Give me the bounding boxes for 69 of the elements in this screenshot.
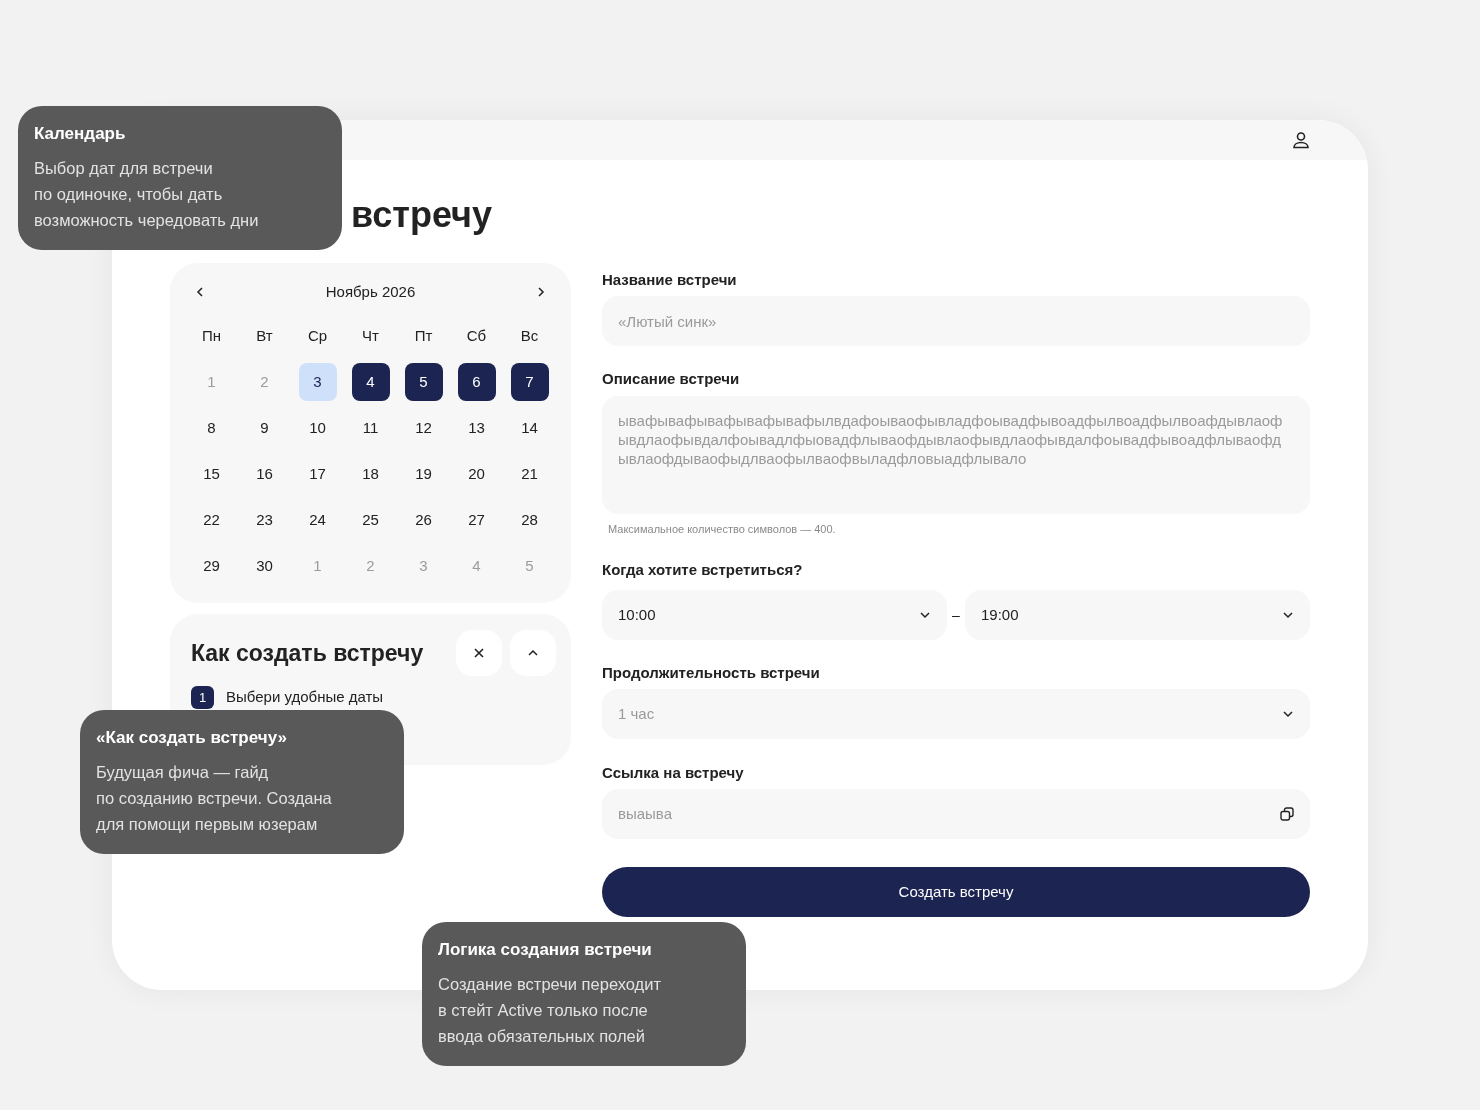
calendar-day[interactable]: 21 <box>510 455 549 493</box>
calendar-day[interactable]: 25 <box>351 501 390 539</box>
calendar-day[interactable]: 7 <box>510 363 549 401</box>
annotation-text: Выбор дат для встречи по одиночке, чтобы дать возможность чередовать дни <box>34 158 260 231</box>
time-select[interactable]: 19:00 <box>965 590 1310 640</box>
select-placeholder: 1 час <box>618 703 655 724</box>
step-text: Выбери удобные даты <box>226 687 384 708</box>
weekday-label: Вс <box>520 325 539 346</box>
calendar-day[interactable]: 28 <box>510 501 549 539</box>
calendar-day[interactable]: 19 <box>404 455 443 493</box>
copy-icon[interactable] <box>1280 807 1294 821</box>
field-label: Когда хотите встретиться? <box>602 561 804 578</box>
guide-title: Как создать встречу <box>191 638 425 668</box>
user-icon[interactable] <box>1292 131 1310 149</box>
chevron-right-icon[interactable] <box>535 286 547 298</box>
chevron-down-icon <box>1282 609 1294 621</box>
annotation-title: Логика создания встречи <box>438 939 653 961</box>
chevron-down-icon <box>1282 708 1294 720</box>
weekday-label: Пт <box>414 325 433 346</box>
weekday-label: Сб <box>466 325 487 346</box>
weekday-label: Чт <box>362 325 379 346</box>
field-label: Ссылка на встречу <box>602 764 745 781</box>
calendar-day[interactable]: 29 <box>192 547 231 585</box>
calendar-day[interactable]: 24 <box>298 501 337 539</box>
annotation-title: Календарь <box>34 123 127 145</box>
calendar-day[interactable]: 8 <box>192 409 231 447</box>
calendar-day[interactable]: 10 <box>298 409 337 447</box>
calendar-day[interactable]: 3 <box>298 363 337 401</box>
calendar-day[interactable]: 6 <box>457 363 496 401</box>
hint-text: Максимальное количество символов — 400. <box>607 523 837 535</box>
page-title: встречу <box>351 197 492 233</box>
chevron-left-icon[interactable] <box>194 286 206 298</box>
field-label: Описание встречи <box>602 370 741 387</box>
field-label: Продолжительность встречи <box>602 664 821 681</box>
calendar-day[interactable]: 16 <box>245 455 284 493</box>
weekday-label: Ср <box>307 325 328 346</box>
annotation-title: «Как создать встречу» <box>96 727 288 749</box>
calendar-day[interactable]: 17 <box>298 455 337 493</box>
close-icon <box>473 647 485 659</box>
calendar-day[interactable]: 4 <box>351 363 390 401</box>
calendar-day[interactable]: 27 <box>457 501 496 539</box>
input-field[interactable]: «Лютый синк» <box>602 296 1310 346</box>
calendar-day[interactable]: 15 <box>192 455 231 493</box>
select-value: 10:00 <box>618 604 656 625</box>
calendar-day[interactable]: 26 <box>404 501 443 539</box>
range-dash: – <box>951 605 961 625</box>
weekday-label: Вт <box>256 325 273 346</box>
step-number: 1 <box>191 686 214 709</box>
calendar-day[interactable]: 30 <box>245 547 284 585</box>
create-meeting-button[interactable]: Создать встречу <box>602 867 1310 917</box>
field-label: Название встречи <box>602 271 738 288</box>
calendar-day[interactable]: 5 <box>404 363 443 401</box>
chevron-down-icon <box>919 609 931 621</box>
month-label: Ноябрь 2026 <box>325 281 416 302</box>
calendar-day[interactable]: 13 <box>457 409 496 447</box>
weekday-label: Пн <box>201 325 222 346</box>
select-value: 19:00 <box>981 604 1019 625</box>
time-select[interactable]: 10:00 <box>602 590 947 640</box>
calendar-day[interactable]: 20 <box>457 455 496 493</box>
calendar-day[interactable]: 9 <box>245 409 284 447</box>
calendar-day[interactable]: 22 <box>192 501 231 539</box>
annotation-text: Будущая фича — гайд по созданию встречи. Создана для помощи первым юзерам <box>96 762 333 835</box>
annotation-text: Создание встречи переходит в стейт Active только после ввода обязательных полей <box>438 974 662 1047</box>
calendar-day[interactable]: 23 <box>245 501 284 539</box>
calendar-day[interactable]: 14 <box>510 409 549 447</box>
calendar-day[interactable]: 18 <box>351 455 390 493</box>
calendar-day[interactable]: 11 <box>351 409 390 447</box>
link-value: выаыва <box>618 803 673 824</box>
calendar-day[interactable]: 12 <box>404 409 443 447</box>
